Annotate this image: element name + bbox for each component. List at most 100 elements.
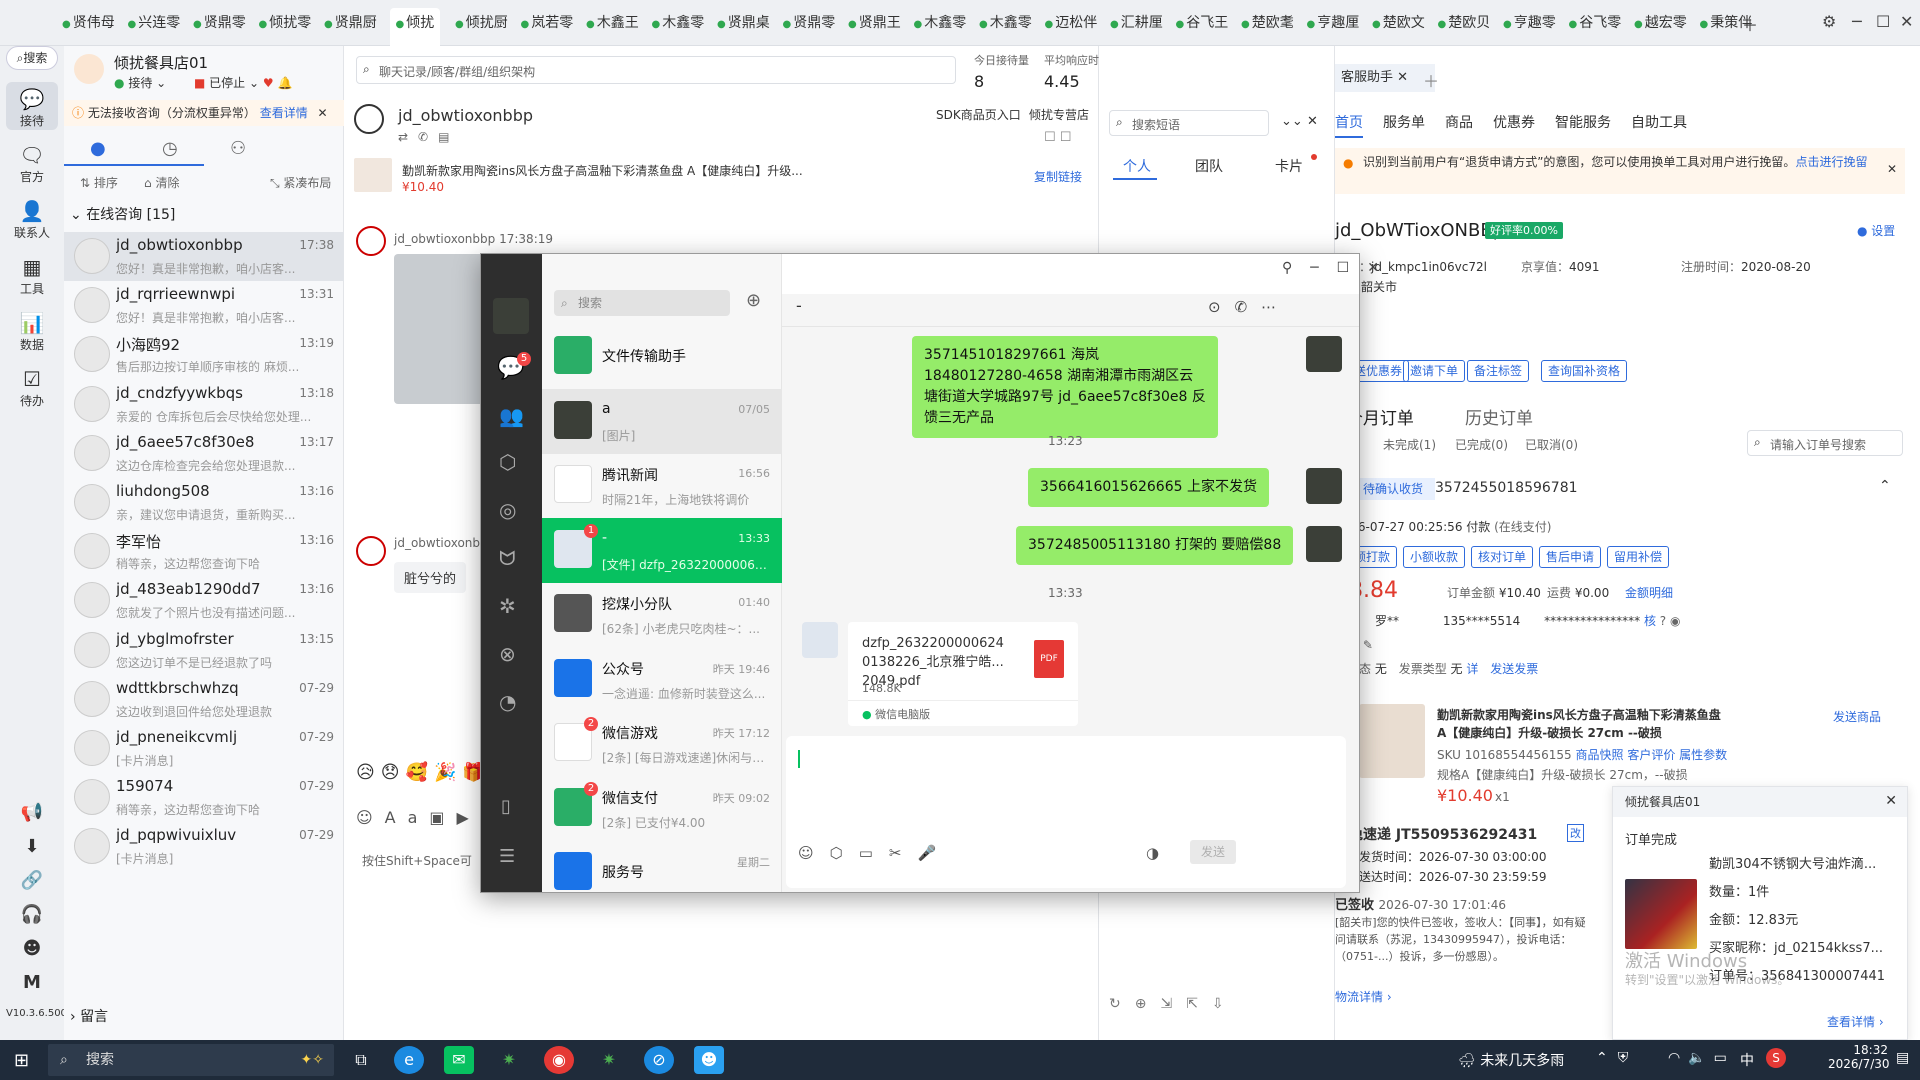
input-toolbar[interactable]: ☺Aa▣▶ xyxy=(356,808,481,827)
send-product-link[interactable]: 发送商品 xyxy=(1833,708,1881,725)
tray-system-icons[interactable]: ◠🔈▭ xyxy=(1668,1050,1735,1066)
voice-call-icon[interactable]: ◑ xyxy=(1146,844,1159,862)
cs-tab[interactable]: 客服助手 ✕ xyxy=(1335,64,1435,92)
rail-item-todo[interactable]: ☑ 待办 xyxy=(6,366,58,409)
wechat-chat-actions[interactable]: ⊙✆⋯ xyxy=(1208,298,1290,316)
conversation-item[interactable]: jd_pneneikcvmlj 07-29 [卡片消息] xyxy=(64,724,344,773)
app-tab[interactable]: ● 倾扰零 xyxy=(259,8,312,38)
notification-icon[interactable]: ▤ xyxy=(1896,1050,1909,1066)
app-tab[interactable]: ● 倾扰厨 xyxy=(455,8,508,38)
search-discover-icon[interactable]: ◔ xyxy=(499,690,516,714)
order-product-image[interactable] xyxy=(1359,704,1425,778)
shake-icon[interactable]: ✲ xyxy=(499,594,516,618)
wechat-contact[interactable]: - 13:33 [文件] dzfp_2632200000624... 1 xyxy=(542,517,782,583)
wechat-contact[interactable]: 微信游戏 昨天 17:12 [2条] [每日游戏速递]休闲与塔... 2 xyxy=(542,711,782,776)
settings-icon[interactable]: ⚙ xyxy=(1822,12,1836,31)
emoji-suggestion[interactable]: 😥 xyxy=(356,762,381,783)
order-action-button[interactable]: 售后申请 xyxy=(1539,546,1601,568)
order-collapse-icon[interactable]: ⌃ xyxy=(1879,478,1891,494)
clock[interactable]: 18:32 2026/7/30 xyxy=(1828,1043,1890,1071)
wechat-contact[interactable]: 挖煤小分队 01:40 [62条] 小老虎只吃肉桂~：... xyxy=(542,582,782,647)
wechat-contact[interactable]: 腾讯新闻 16:56 时隔21年，上海地铁将调价 xyxy=(542,453,782,518)
express-edit[interactable]: 改 xyxy=(1567,824,1584,842)
app-tab[interactable]: ● 亨趣厘 xyxy=(1307,8,1360,38)
tray-icons[interactable]: ⌃⛨ xyxy=(1596,1050,1638,1066)
app-tab[interactable]: ● 倾扰 xyxy=(389,8,441,46)
file-message[interactable]: dzfp_26322000006240138226_北京雅宁皓...2049.p… xyxy=(848,622,1078,726)
settings-link[interactable]: ● 设置 xyxy=(1857,222,1895,239)
emoji-suggestions[interactable]: 😥😞🥰🎉🎁 xyxy=(356,762,491,783)
user-action-button[interactable]: 备注标签 xyxy=(1467,360,1529,382)
app-tab[interactable]: ● 贤鼎厨 xyxy=(324,8,377,38)
cs-nav-item[interactable]: 服务单 xyxy=(1383,112,1425,132)
conversation-item[interactable]: 159074 07-29 稍等亲，这边帮您查询下哈 xyxy=(64,773,344,822)
close-icon[interactable]: ✕ xyxy=(1900,12,1913,31)
task-view-icon[interactable]: ⧉ xyxy=(346,1046,376,1074)
tab-personal[interactable]: 个人 xyxy=(1123,156,1151,176)
app-tab[interactable]: ● 贤鼎零 xyxy=(193,8,246,38)
user-action-button[interactable]: 查询国补资格 xyxy=(1541,360,1627,382)
emoji-suggestion[interactable]: 🎉 xyxy=(434,762,462,783)
wechat-input[interactable]: ☺⬡▭✂🎤 ◑ 发送 xyxy=(786,736,1346,888)
emoji-suggestion[interactable]: 😞 xyxy=(381,762,406,783)
add-chat-icon[interactable]: ⊕ xyxy=(746,290,761,311)
conversation-item[interactable]: 李军怡 13:16 稍等亲，这边帮您查询下哈 xyxy=(64,527,344,576)
cs-nav-item[interactable]: 自助工具 xyxy=(1631,112,1687,132)
leave-message-header[interactable]: › 留言 xyxy=(70,1006,108,1026)
filter-cancel[interactable]: 已取消(0) xyxy=(1525,436,1578,453)
filter-undone[interactable]: 未完成(1) xyxy=(1383,436,1436,453)
status-stop[interactable]: ■ 已停止 ⌄ ♥ 🔔 xyxy=(194,74,292,91)
wechat-search-input[interactable]: ⌕ 搜索 xyxy=(554,290,730,316)
wechat-my-avatar[interactable] xyxy=(493,298,529,334)
order-tab-history[interactable]: 历史订单 xyxy=(1465,404,1533,429)
headset-icon[interactable]: 🎧 xyxy=(6,904,58,925)
phone-icon[interactable]: ▯ xyxy=(501,796,511,817)
collapse-icon[interactable]: ⌄⌄ xyxy=(1281,114,1303,129)
app-tab[interactable]: ● 贤鼎零 xyxy=(783,8,836,38)
popup-close-icon[interactable]: ✕ xyxy=(1885,793,1897,809)
rail-item-data[interactable]: 📊 数据 xyxy=(6,310,58,353)
rail-item-official[interactable]: 🗨 官方 xyxy=(6,142,58,185)
add-tab-icon[interactable]: ＋ xyxy=(1423,68,1439,92)
wechat-input-toolbar[interactable]: ☺⬡▭✂🎤 xyxy=(798,844,952,862)
wechat-contact[interactable]: 服务号 星期二 xyxy=(542,840,782,892)
search-button[interactable]: ⌕搜索 xyxy=(6,46,58,70)
history-tab-icon[interactable]: ◷ xyxy=(162,138,178,159)
clear-button[interactable]: ⌂ 清除 xyxy=(144,174,179,191)
app-tab[interactable]: ● 贤伟母 xyxy=(62,8,115,38)
app-tab[interactable]: ● 楚欧耄 xyxy=(1241,8,1294,38)
copy-link[interactable]: 复制链接 xyxy=(1034,168,1082,185)
chat-search-input[interactable]: ⌕ 聊天记录/顾客/群组/组织架构 xyxy=(356,56,956,84)
sort-button[interactable]: ⇅ 排序 xyxy=(80,174,118,191)
order-search-input[interactable]: ⌕ 请输入订单号搜索 xyxy=(1747,430,1903,456)
app-tab[interactable]: ● 汇耕厘 xyxy=(1110,8,1163,38)
app-tab[interactable]: ● 楚欧贝 xyxy=(1438,8,1491,38)
app-icon-5[interactable]: ☻ xyxy=(694,1046,724,1074)
menu-icon[interactable]: ☰ xyxy=(499,846,515,867)
wechat-contact[interactable]: 文件传输助手 xyxy=(542,324,782,389)
moments-icon[interactable]: ◎ xyxy=(499,498,516,522)
emoji-suggestion[interactable]: 🥰 xyxy=(406,762,434,783)
amount-detail-link[interactable]: 金额明细 xyxy=(1625,584,1673,601)
chat-header-icons[interactable]: ⇄✆▤ xyxy=(398,130,459,144)
popup-product-image[interactable] xyxy=(1625,879,1697,949)
wechat-taskbar-icon[interactable]: ✉ xyxy=(444,1046,474,1074)
conversation-item[interactable]: jd_ybglmofrster 13:15 您这边订单不是已经退款了吗 xyxy=(64,626,344,675)
notice-close-icon[interactable]: ✕ xyxy=(318,106,328,120)
app-tab[interactable]: ● 迈松伴 xyxy=(1045,8,1098,38)
app-tab[interactable]: ● 岚若零 xyxy=(521,8,574,38)
order-action-button[interactable]: 小额收款 xyxy=(1403,546,1465,568)
box-icon[interactable]: ⬡ xyxy=(499,450,516,474)
user-action-button[interactable]: 邀请下单 xyxy=(1403,360,1465,382)
tab-card[interactable]: 卡片 xyxy=(1275,156,1303,176)
taskbar-search[interactable]: ⌕ 搜索 ✦✧ xyxy=(48,1044,334,1076)
close-tab-icon[interactable]: ✕ xyxy=(1397,70,1408,85)
compact-layout-button[interactable]: ⤡ 紧凑布局 xyxy=(270,174,331,191)
cs-nav-item[interactable]: 首页 xyxy=(1335,112,1363,138)
phrase-search-input[interactable]: ⌕ 搜索短语 xyxy=(1109,110,1269,136)
wechat-contact[interactable]: 微信支付 昨天 09:02 [2条] 已支付¥4.00 2 xyxy=(542,776,782,841)
app-tab[interactable]: ● 亨趣零 xyxy=(1503,8,1556,38)
sdk-link[interactable]: SDK商品页入口 xyxy=(936,106,1021,123)
contacts-icon[interactable]: 👥 xyxy=(499,404,524,428)
megaphone-icon[interactable]: 📢 xyxy=(6,802,58,823)
